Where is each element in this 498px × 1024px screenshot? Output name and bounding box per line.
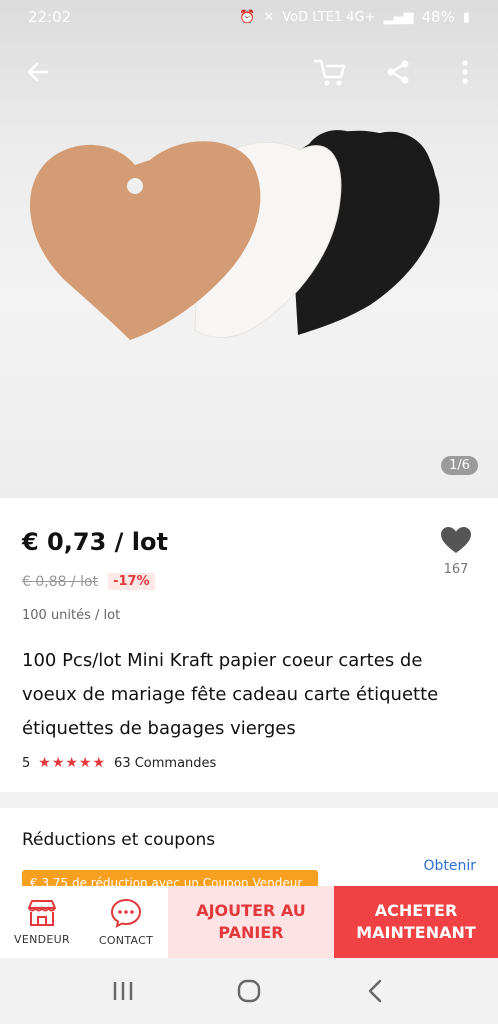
add-to-cart-button[interactable]: AJOUTER AU PANIER (168, 886, 334, 958)
coupons-section: Réductions et coupons Obtenir € 3,75 de … (0, 808, 498, 898)
status-bar: 22:02 ⏰ ✕ VoD LTE1 4G+ ▂▄▆ 48% ▮ (0, 0, 498, 34)
seller-label: VENDEUR (14, 932, 70, 946)
home-icon[interactable] (219, 971, 279, 1011)
signal-icon: ▂▄▆ (383, 9, 414, 25)
buy-now-button[interactable]: ACHETER MAINTENANT (334, 886, 498, 958)
obtain-coupon-link[interactable]: Obtenir (423, 858, 476, 874)
hole (127, 178, 143, 194)
original-price-row: € 0,88 / lot -17% (22, 573, 155, 590)
product-info-card: € 0,73 / lot € 0,88 / lot -17% 100 unité… (0, 498, 498, 792)
network-label: VoD LTE1 4G+ (282, 9, 376, 25)
status-time: 22:02 (28, 8, 72, 26)
image-counter: 1/6 (441, 456, 478, 475)
alarm-icon: ⏰ (239, 9, 256, 25)
share-icon[interactable] (376, 50, 420, 94)
top-toolbar (0, 50, 498, 94)
status-icons: ⏰ ✕ VoD LTE1 4G+ ▂▄▆ 48% ▮ (239, 8, 470, 26)
system-navigation-bar (0, 958, 498, 1024)
seller-button[interactable]: VENDEUR (0, 886, 84, 958)
mute-icon: ✕ (263, 9, 275, 25)
product-title: 100 Pcs/lot Mini Kraft papier coeur cart… (22, 650, 439, 739)
star-rating-icon: ★★★★★ (38, 755, 107, 771)
wishlist-button[interactable]: 167 (434, 526, 478, 577)
heart-icon (441, 527, 471, 553)
more-menu-icon[interactable] (443, 50, 487, 94)
discount-badge: -17% (108, 573, 155, 590)
contact-button[interactable]: CONTACT (84, 886, 168, 958)
bottom-action-bar: VENDEUR CONTACT AJOUTER AU PANIER ACHETE… (0, 886, 498, 958)
original-price: € 0,88 / lot (22, 573, 99, 590)
coupons-title: Réductions et coupons (22, 830, 216, 850)
price: € 0,73 / lot (22, 528, 168, 556)
battery-level: 48% (421, 8, 455, 26)
back-icon[interactable] (345, 971, 405, 1011)
chat-icon (110, 898, 142, 928)
battery-icon: ▮ (462, 9, 470, 25)
contact-label: CONTACT (98, 933, 154, 947)
back-arrow-icon[interactable] (16, 50, 60, 94)
favorites-count: 167 (443, 562, 469, 577)
orders-count: 63 Commandes (114, 755, 217, 771)
rating-value: 5 (22, 755, 31, 771)
product-image-gallery[interactable]: 22:02 ⏰ ✕ VoD LTE1 4G+ ▂▄▆ 48% ▮ 1/6 (0, 0, 498, 498)
cart-icon[interactable] (308, 50, 352, 94)
store-icon (28, 899, 56, 926)
recent-apps-icon[interactable] (93, 971, 153, 1011)
units-per-lot: 100 unités / lot (22, 608, 121, 623)
rating-row[interactable]: 5 ★★★★★ 63 Commandes (22, 755, 216, 771)
